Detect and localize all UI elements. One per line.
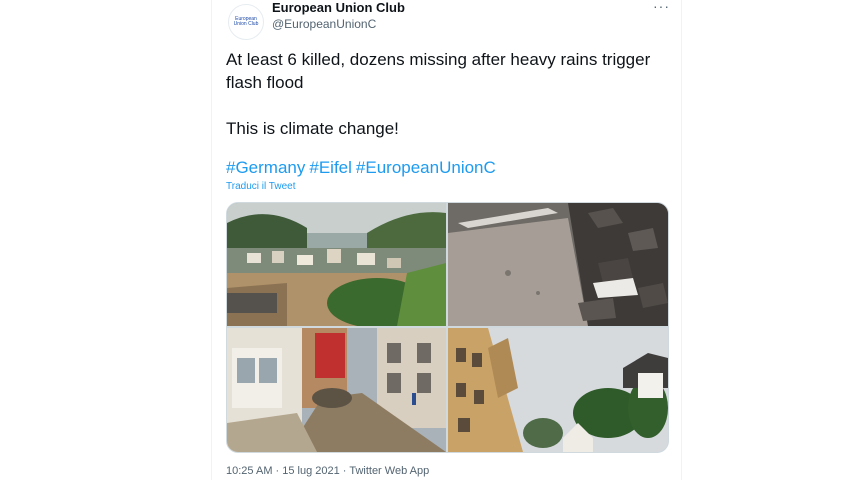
muddy-street-image [227,328,446,452]
tweet-text-line1: At least 6 killed, dozens missing after … [226,50,651,92]
flooded-village-image [227,203,446,326]
hashtags: #Germany #Eifel #EuropeanUnionC [226,156,500,179]
account-name[interactable]: European Union Club [272,0,405,15]
tweet[interactable]: European Union Club European Union Club … [212,0,681,480]
hashtag-germany[interactable]: #Germany [226,158,305,177]
hashtag-europeanunionc[interactable]: #EuropeanUnionC [356,158,496,177]
destroyed-road-image [448,203,668,326]
photo-damaged-buildings[interactable] [448,328,668,452]
hashtag-eifel[interactable]: #Eifel [309,158,352,177]
translate-tweet-link[interactable]: Traduci il Tweet [226,181,295,192]
tweet-text-line2: This is climate change! [226,119,399,138]
avatar[interactable]: European Union Club [228,4,264,40]
more-dots-icon[interactable]: ··· [653,0,670,14]
timeline-right-border [681,0,682,480]
avatar-logo-text: European Union Club [233,16,259,27]
tweet-text: At least 6 killed, dozens missing after … [226,48,676,140]
photo-muddy-street[interactable] [227,328,446,452]
photo-destroyed-road[interactable] [448,203,668,326]
account-handle[interactable]: @EuropeanUnionC [272,17,376,31]
damaged-buildings-image [448,328,668,452]
photo-flooded-village[interactable] [227,203,446,326]
media-grid [226,202,669,453]
tweet-timestamp[interactable]: 10:25 AM · 15 lug 2021 · Twitter Web App [226,465,429,477]
